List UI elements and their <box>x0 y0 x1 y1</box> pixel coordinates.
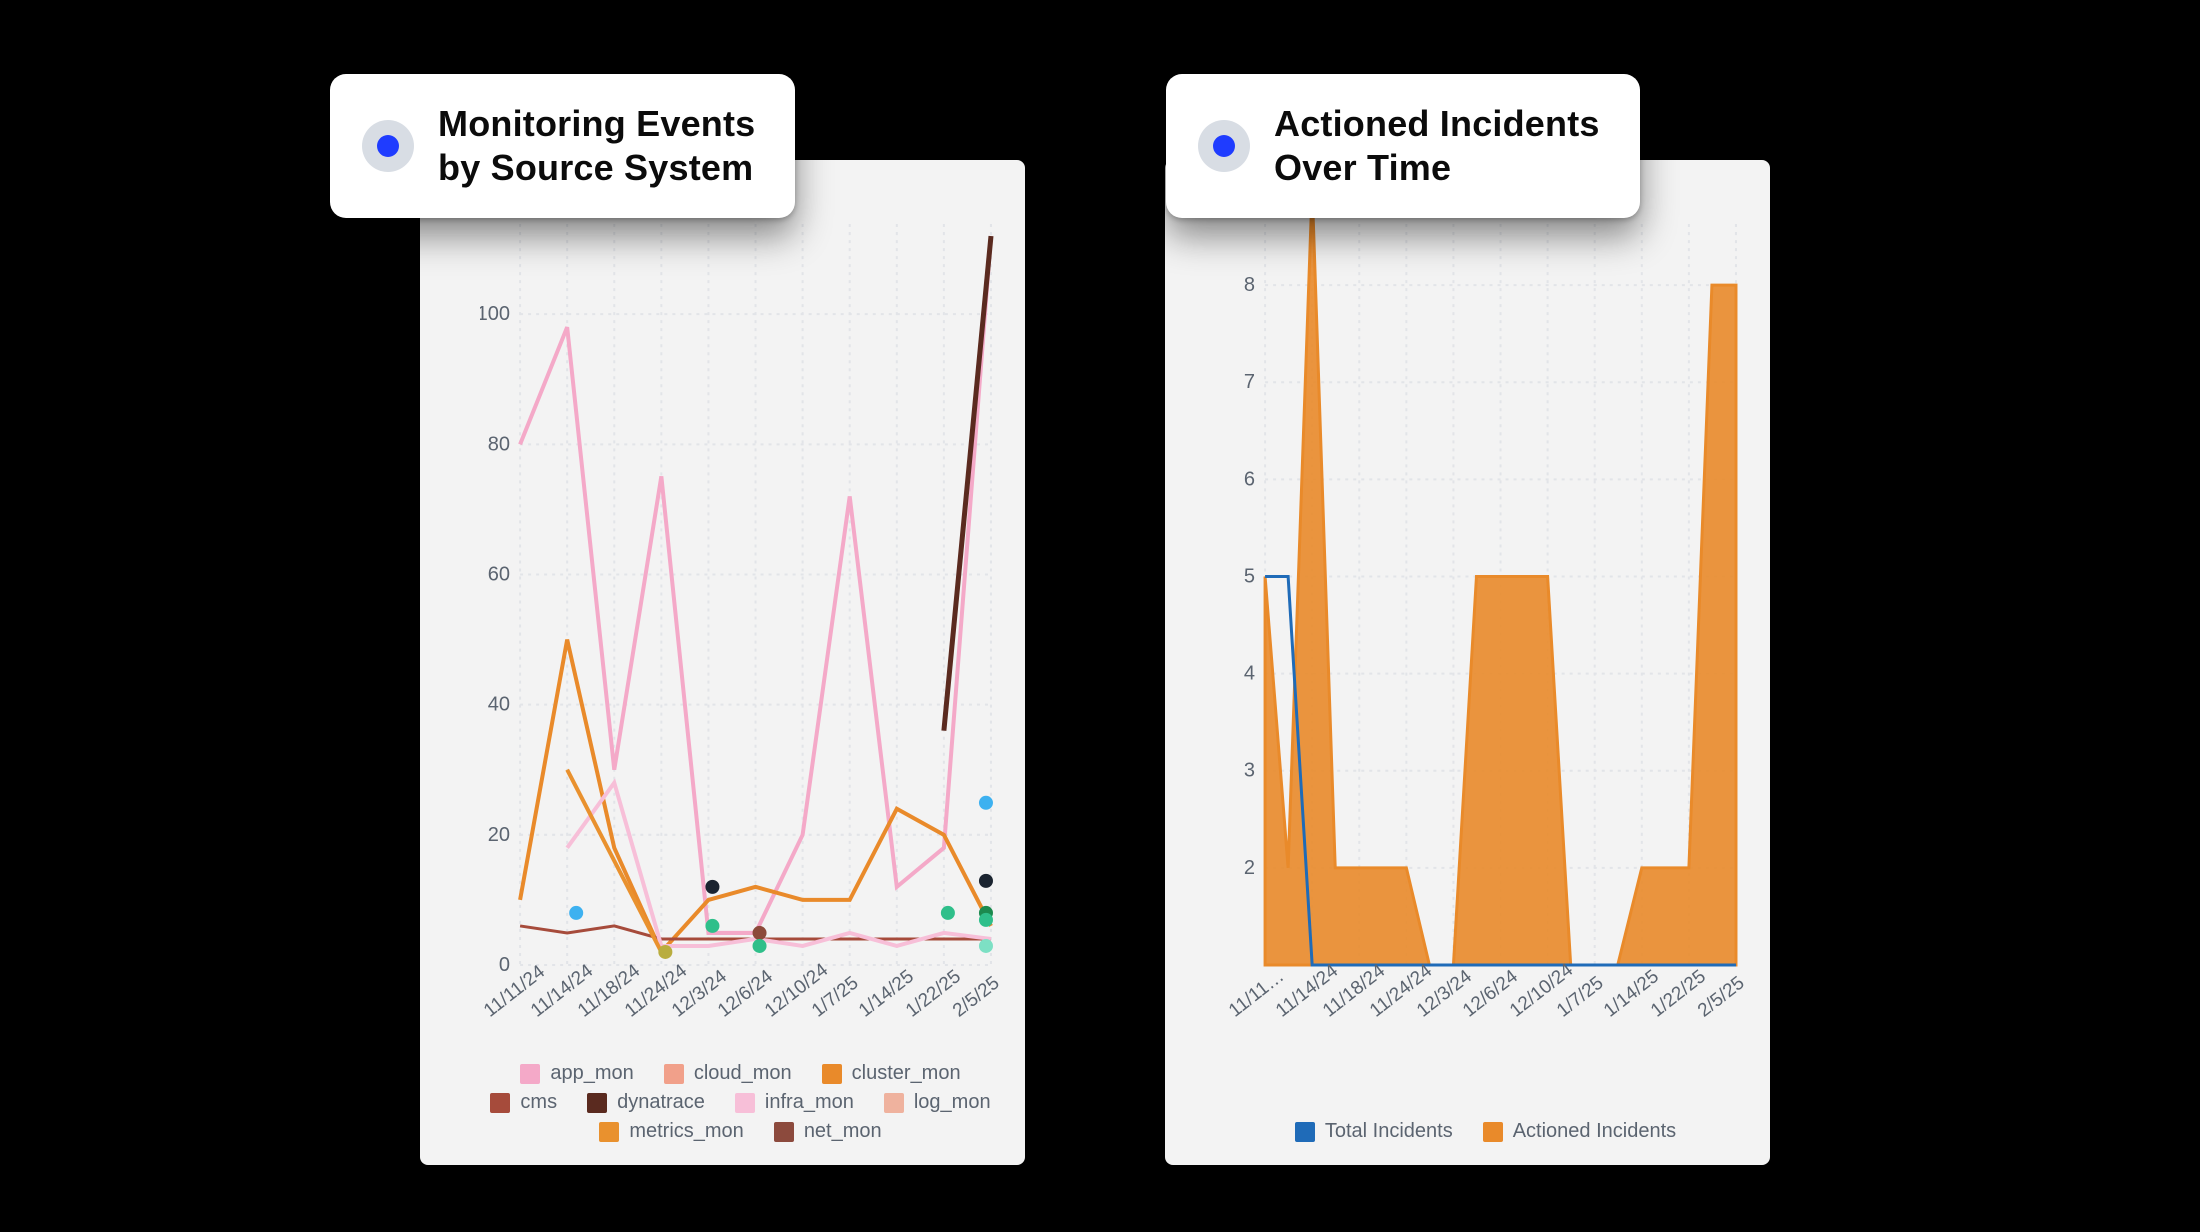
legend-item-log_mon[interactable]: log_mon <box>884 1091 991 1114</box>
svg-text:4: 4 <box>1244 663 1255 685</box>
svg-text:80: 80 <box>488 433 510 455</box>
chart-card-monitoring: 0 20 40 60 80 100 <box>420 160 1025 1165</box>
svg-text:40: 40 <box>488 694 510 716</box>
svg-text:60: 60 <box>488 564 510 586</box>
svg-text:8: 8 <box>1244 274 1255 296</box>
y-axis-ticks: 0 20 40 60 80 100 <box>480 303 510 976</box>
status-dot-icon <box>1198 120 1250 172</box>
incidents-svg: 2 3 4 5 6 7 8 <box>1225 184 1746 985</box>
y-axis-ticks: 2 3 4 5 6 7 8 <box>1244 274 1255 879</box>
legend-item-infra_mon[interactable]: infra_mon <box>735 1091 854 1114</box>
svg-text:2: 2 <box>1244 857 1255 879</box>
title-chip-incidents: Actioned IncidentsOver Time <box>1166 74 1640 218</box>
svg-text:20: 20 <box>488 824 510 846</box>
legend-item-metrics_mon[interactable]: metrics_mon <box>599 1120 743 1143</box>
chart-plot-monitoring: 0 20 40 60 80 100 <box>480 184 1001 985</box>
series-dynatrace <box>944 236 991 731</box>
legend-item-cloud_mon[interactable]: cloud_mon <box>664 1062 792 1085</box>
x-axis-labels-right: 11/11… 11/14/24 11/18/24 11/24/24 12/3/2… <box>1225 1005 1746 1035</box>
legend-item-app_mon[interactable]: app_mon <box>520 1062 633 1085</box>
legend-item-dynatrace[interactable]: dynatrace <box>587 1091 705 1114</box>
title-chip-monitoring: Monitoring Eventsby Source System <box>330 74 795 218</box>
svg-text:3: 3 <box>1244 760 1255 782</box>
grid <box>520 224 991 965</box>
svg-text:0: 0 <box>499 954 510 976</box>
svg-text:100: 100 <box>480 303 510 325</box>
chart-title-incidents: Actioned IncidentsOver Time <box>1274 102 1600 190</box>
legend-item-actioned-incidents[interactable]: Actioned Incidents <box>1483 1120 1676 1143</box>
chart-title-monitoring: Monitoring Eventsby Source System <box>438 102 755 190</box>
legend-item-net_mon[interactable]: net_mon <box>774 1120 882 1143</box>
legend-item-total-incidents[interactable]: Total Incidents <box>1295 1120 1453 1143</box>
svg-text:6: 6 <box>1244 468 1255 490</box>
legend-item-cluster_mon[interactable]: cluster_mon <box>822 1062 961 1085</box>
monitoring-svg: 0 20 40 60 80 100 <box>480 184 1001 985</box>
x-axis-labels-left: 11/11/24 11/14/24 11/18/24 11/24/24 12/3… <box>480 1005 1001 1035</box>
legend-right: Total Incidents Actioned Incidents <box>1225 1120 1746 1143</box>
chart-card-incidents: 2 3 4 5 6 7 8 11/11… 11/14/24 11/18/24 1… <box>1165 160 1770 1165</box>
svg-text:7: 7 <box>1244 371 1255 393</box>
legend-left: app_mon cloud_mon cluster_mon cms dynatr… <box>480 1062 1001 1143</box>
legend-item-cms[interactable]: cms <box>490 1091 557 1114</box>
svg-text:5: 5 <box>1244 566 1255 588</box>
status-dot-icon <box>362 120 414 172</box>
chart-plot-incidents: 2 3 4 5 6 7 8 <box>1225 184 1746 985</box>
series-infra_mon <box>567 783 991 946</box>
